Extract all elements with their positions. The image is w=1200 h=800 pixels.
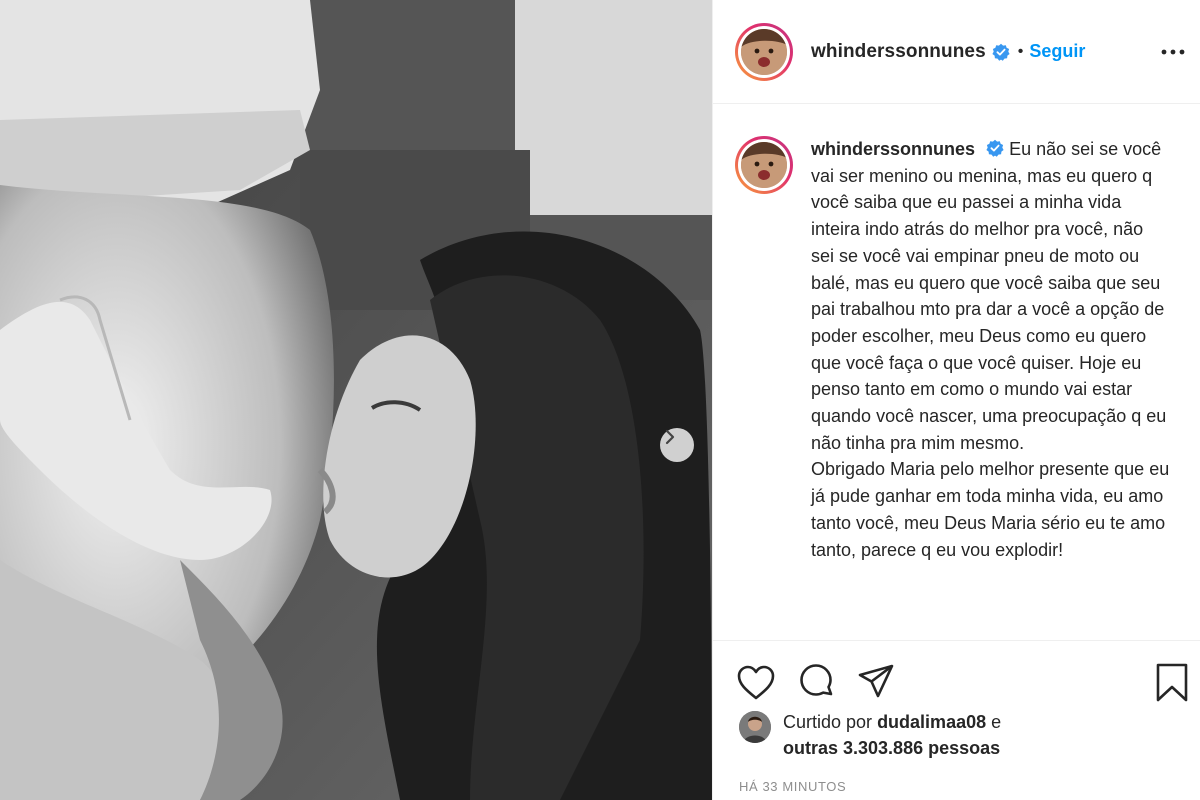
follow-button[interactable]: Seguir [1029, 41, 1085, 62]
liker-avatar-image [739, 711, 771, 743]
separator-dot: • [1017, 42, 1024, 60]
header-username[interactable]: whinderssonnunes [811, 41, 986, 63]
verified-badge-icon [986, 139, 1004, 157]
avatar-image [741, 28, 787, 75]
post-timestamp[interactable]: HÁ 33 MINUTOS [739, 779, 846, 794]
likes-text: Curtido por dudalimaa08 e outras 3.303.8… [783, 709, 1001, 761]
chevron-right-icon [665, 429, 675, 445]
like-button[interactable] [737, 665, 775, 701]
more-options-icon[interactable] [1159, 38, 1187, 66]
likes-summary: Curtido por dudalimaa08 e outras 3.303.8… [739, 709, 1001, 761]
caption-username[interactable]: whinderssonnunes [811, 139, 975, 159]
share-button[interactable] [857, 663, 895, 701]
comment-icon [800, 664, 833, 696]
bookmark-icon [1156, 663, 1188, 702]
liker-username[interactable]: dudalimaa08 [877, 712, 986, 732]
caption-text: whinderssonnunes Eu não sei se você vai … [811, 136, 1171, 563]
save-button[interactable] [1155, 663, 1189, 703]
avatar-image [741, 142, 787, 188]
caption-body: Eu não sei se você vai ser menino ou men… [811, 139, 1170, 560]
photo-illustration [0, 0, 712, 800]
carousel-next-button[interactable] [660, 428, 694, 462]
comment-button[interactable] [797, 663, 835, 701]
paper-plane-icon [858, 664, 894, 698]
verified-badge-icon [992, 43, 1010, 61]
actions-bar: Curtido por dudalimaa08 e outras 3.303.8… [713, 640, 1200, 800]
likes-prefix: Curtido por [783, 712, 873, 732]
caption-avatar[interactable] [735, 136, 793, 194]
avatar[interactable] [735, 22, 793, 81]
likes-connector: e [991, 712, 1002, 732]
heart-icon [737, 665, 775, 700]
liker-avatar[interactable] [739, 711, 771, 743]
likes-others[interactable]: outras 3.303.886 pessoas [783, 738, 1000, 758]
post-photo [0, 0, 712, 800]
post-header: whinderssonnunes • Seguir [713, 0, 1200, 104]
caption-section: whinderssonnunes Eu não sei se você vai … [713, 104, 1200, 640]
post-side-panel: whinderssonnunes • Seguir whinderssonnun… [712, 0, 1200, 800]
